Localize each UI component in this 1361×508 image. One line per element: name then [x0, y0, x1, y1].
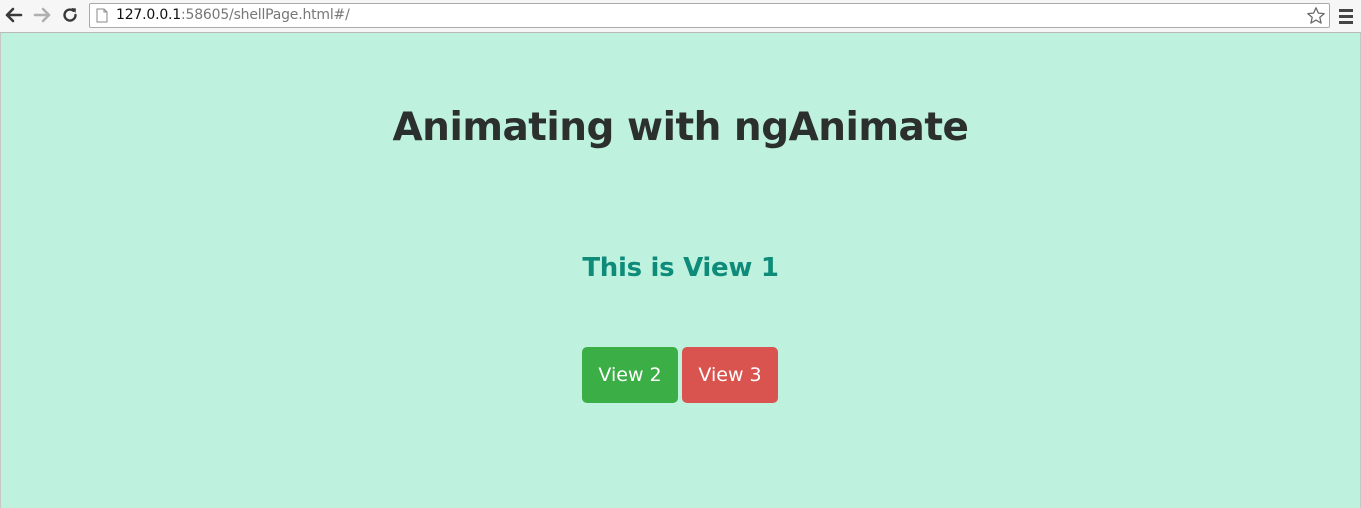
star-icon[interactable] — [1306, 6, 1326, 26]
back-button[interactable] — [3, 4, 25, 26]
reload-icon — [63, 8, 77, 22]
reload-button[interactable] — [59, 4, 81, 26]
hamburger-menu-icon[interactable] — [1338, 7, 1354, 25]
page-title: Animating with ngAnimate — [392, 105, 969, 150]
url-text[interactable]: 127.0.0.1:58605/shellPage.html#/ — [116, 7, 350, 23]
url-host: 127.0.0.1 — [116, 7, 181, 23]
view-heading: This is View 1 — [582, 253, 779, 283]
view-3-button[interactable]: View 3 — [682, 347, 778, 403]
url-path: :58605/shellPage.html#/ — [181, 7, 350, 23]
browser-toolbar: 127.0.0.1:58605/shellPage.html#/ — [0, 0, 1361, 33]
arrow-left-icon — [5, 7, 23, 23]
address-bar[interactable]: 127.0.0.1:58605/shellPage.html#/ — [89, 3, 1330, 28]
forward-button[interactable] — [31, 4, 53, 26]
page-viewport: Animating with ngAnimate This is View 1 … — [0, 33, 1361, 508]
page-icon — [96, 8, 108, 23]
arrow-right-icon — [33, 7, 51, 23]
view-2-button[interactable]: View 2 — [582, 347, 678, 403]
